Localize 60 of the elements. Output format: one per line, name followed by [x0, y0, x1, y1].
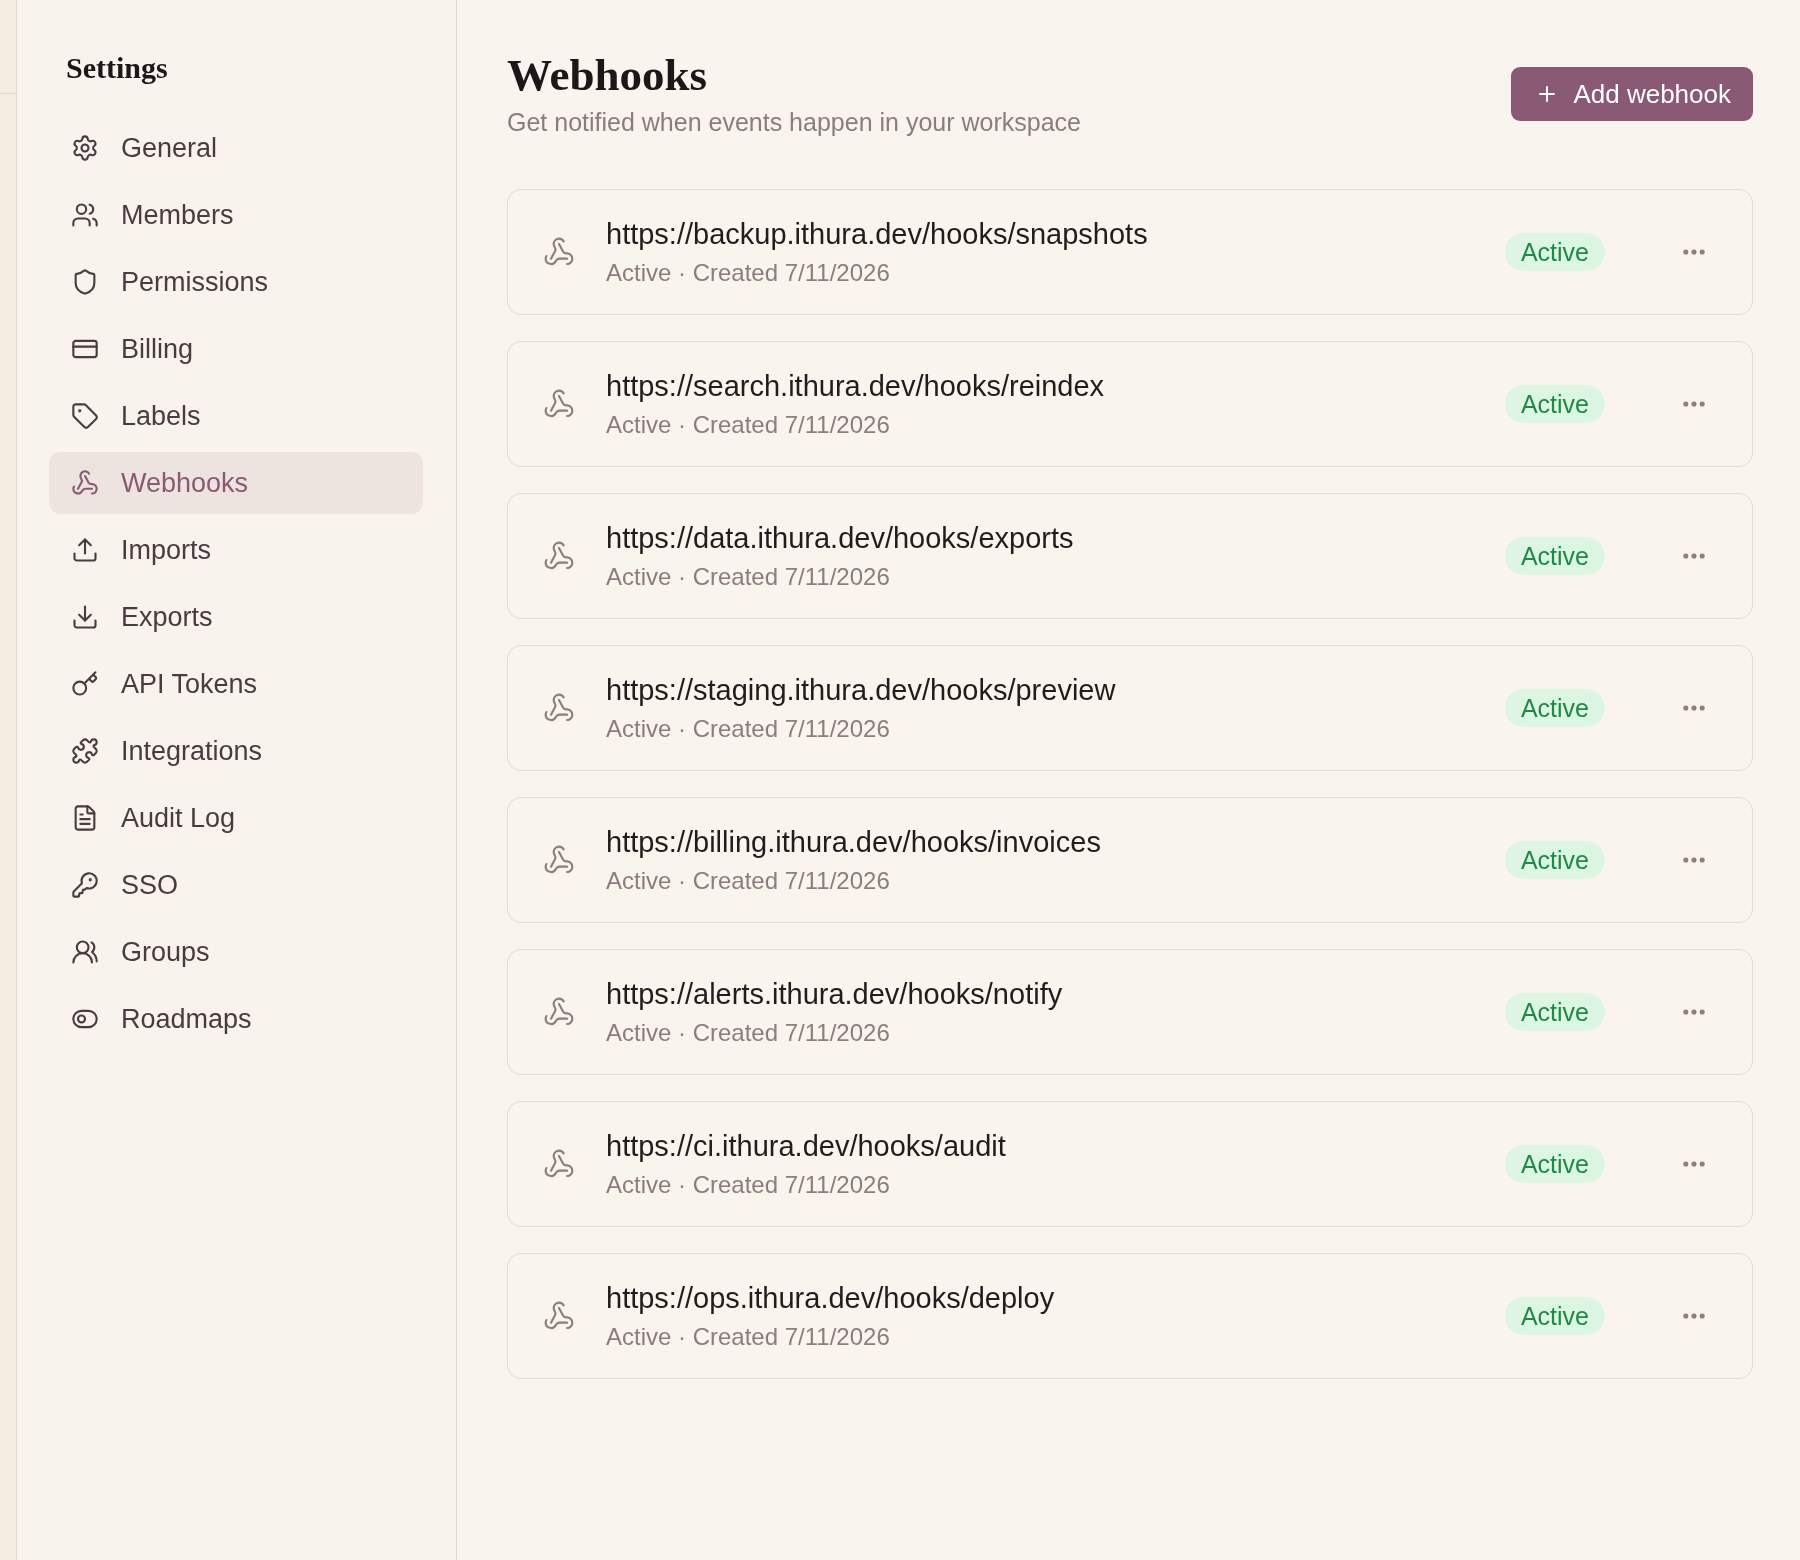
- webhook-icon: [543, 844, 575, 876]
- sidebar-item[interactable]: Integrations: [49, 720, 423, 782]
- key-icon: [71, 670, 99, 698]
- webhook-meta: Active · Created 7/11/2026: [606, 258, 891, 288]
- status-badge: Active: [1504, 1145, 1605, 1183]
- webhook-icon: [543, 692, 575, 724]
- add-webhook-button[interactable]: Add webhook: [1511, 67, 1753, 121]
- sidebar-item[interactable]: Webhooks: [49, 452, 423, 514]
- webhook-icon: [543, 540, 575, 572]
- webhook-url: https://staging.ithura.dev/hooks/preview: [606, 673, 1117, 708]
- webhook-icon: [71, 469, 99, 497]
- sidebar-item[interactable]: Billing: [49, 318, 423, 380]
- sidebar-item[interactable]: API Tokens: [49, 653, 423, 715]
- webhook-meta: Active · Created 7/11/2026: [606, 866, 891, 896]
- status-badge: Active: [1504, 841, 1605, 879]
- status-badge: Active: [1504, 537, 1605, 575]
- status-badge: Active: [1504, 385, 1605, 423]
- webhook-icon: [543, 996, 575, 1028]
- webhook-icon: [543, 1300, 575, 1332]
- webhook-meta: Active · Created 7/11/2026: [606, 1322, 891, 1352]
- sidebar-item[interactable]: SSO: [49, 854, 423, 916]
- sidebar-item[interactable]: Labels: [49, 385, 423, 447]
- webhook-url: https://search.ithura.dev/hooks/reindex: [606, 369, 1106, 404]
- status-badge: Active: [1504, 993, 1605, 1031]
- sidebar-item[interactable]: Exports: [49, 586, 423, 648]
- page-title: Webhooks: [507, 49, 709, 102]
- webhook-icon: [543, 1148, 575, 1180]
- download-icon: [71, 603, 99, 631]
- sidebar-item[interactable]: Permissions: [49, 251, 423, 313]
- status-badge: Active: [1504, 233, 1605, 271]
- webhook-url: https://backup.ithura.dev/hooks/snapshots: [606, 217, 1149, 252]
- webhook-url: https://ops.ithura.dev/hooks/deploy: [606, 1281, 1056, 1316]
- users-icon: [71, 201, 99, 229]
- webhook-icon: [543, 236, 575, 268]
- sidebar-item[interactable]: Audit Log: [49, 787, 423, 849]
- sidebar-item[interactable]: Groups: [49, 921, 423, 983]
- webhook-url: https://alerts.ithura.dev/hooks/notify: [606, 977, 1064, 1012]
- webhook-url: https://data.ithura.dev/hooks/exports: [606, 521, 1075, 556]
- webhook-meta: Active · Created 7/11/2026: [606, 714, 891, 744]
- upload-icon: [71, 536, 99, 564]
- sidebar-item[interactable]: General: [49, 117, 423, 179]
- webhook-meta: Active · Created 7/11/2026: [606, 562, 891, 592]
- users-icon: [71, 938, 99, 966]
- status-badge: Active: [1504, 1297, 1605, 1335]
- gear-icon: [71, 134, 99, 162]
- page-subtitle: Get notified when events happen in your workspace: [507, 107, 1081, 137]
- puzzle-icon: [71, 737, 99, 765]
- webhook-meta: Active · Created 7/11/2026: [606, 1018, 891, 1048]
- webhook-url: https://ci.ithura.dev/hooks/audit: [606, 1129, 1007, 1164]
- webhook-icon: [543, 388, 575, 420]
- sidebar-title: Settings: [66, 50, 169, 86]
- webhook-meta: Active · Created 7/11/2026: [606, 410, 891, 440]
- status-badge: Active: [1504, 689, 1605, 727]
- key-icon: [71, 871, 99, 899]
- webhook-meta: Active · Created 7/11/2026: [606, 1170, 891, 1200]
- sidebar-item[interactable]: Roadmaps: [49, 988, 423, 1050]
- sidebar-item[interactable]: Members: [49, 184, 423, 246]
- sidebar-item[interactable]: Imports: [49, 519, 423, 581]
- webhook-url: https://billing.ithura.dev/hooks/invoices: [606, 825, 1102, 860]
- tag-icon: [71, 402, 99, 430]
